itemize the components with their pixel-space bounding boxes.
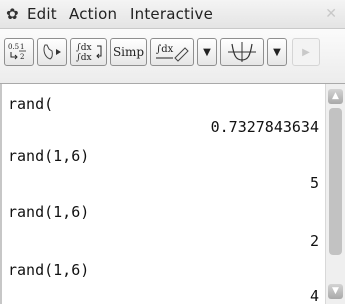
scroll-thumb[interactable] (329, 108, 342, 255)
simplify-button[interactable]: Simp (110, 38, 147, 66)
entry-result: 2 (309, 232, 319, 250)
svg-text:∫dx: ∫dx (76, 43, 92, 53)
simplify-label: Simp (112, 45, 145, 59)
menu-bar: ✿ Edit Action Interactive ✕ (0, 0, 345, 29)
svg-text:∫dx: ∫dx (76, 53, 92, 63)
integral-draw-button[interactable]: ∫dx (150, 38, 194, 66)
dropdown-button-1[interactable]: ▼ (197, 38, 217, 66)
pen-play-button[interactable] (37, 38, 67, 66)
forward-button[interactable]: ▶ (292, 38, 320, 66)
svg-text:1: 1 (20, 43, 24, 51)
entry-result: 4 (309, 287, 319, 305)
menu-interactive[interactable]: Interactive (130, 5, 213, 23)
fraction-decimal-icon: 0.5 1 2 (8, 43, 26, 61)
play-right-icon: ▶ (302, 46, 310, 58)
vertical-scrollbar[interactable]: ▲ ▼ (325, 84, 345, 304)
pen-play-icon (43, 44, 61, 60)
graph-icon (228, 42, 256, 62)
integral-toggle-icon: ∫dx ∫dx (76, 43, 101, 63)
scroll-down-button[interactable]: ▼ (328, 284, 343, 299)
graph-button[interactable] (220, 38, 264, 66)
entry-result: 5 (309, 174, 319, 192)
chevron-down-icon: ▼ (273, 46, 281, 58)
settings-gear-icon[interactable]: ✿ (6, 5, 19, 23)
integral-draw-icon: ∫dx (156, 44, 189, 62)
svg-text:2: 2 (20, 53, 24, 61)
entry-expression[interactable]: rand(1,6) (8, 261, 89, 279)
toolbar: 0.5 1 2 ∫dx ∫dx Simp ∫dx ▼ ▼ ▶ (0, 29, 345, 84)
menu-edit[interactable]: Edit (27, 5, 57, 23)
triangle-up-icon: ▲ (332, 91, 339, 101)
chevron-down-icon: ▼ (203, 46, 211, 58)
integral-toggle-button[interactable]: ∫dx ∫dx (70, 38, 107, 66)
left-border (0, 84, 2, 304)
svg-text:∫dx: ∫dx (156, 44, 174, 55)
entry-expression[interactable]: rand(1,6) (8, 147, 89, 165)
svg-text:0.5: 0.5 (8, 43, 19, 51)
scroll-up-button[interactable]: ▲ (328, 89, 343, 104)
dropdown-button-2[interactable]: ▼ (267, 38, 287, 66)
close-icon[interactable]: ✕ (325, 5, 337, 23)
entry-expression[interactable]: rand(1,6) (8, 203, 89, 221)
menu-action[interactable]: Action (69, 5, 117, 23)
entry-result: 0.7327843634 (210, 118, 319, 136)
fraction-decimal-button[interactable]: 0.5 1 2 (4, 38, 34, 66)
triangle-down-icon: ▼ (332, 286, 339, 296)
entry-expression[interactable]: rand( (8, 95, 53, 113)
